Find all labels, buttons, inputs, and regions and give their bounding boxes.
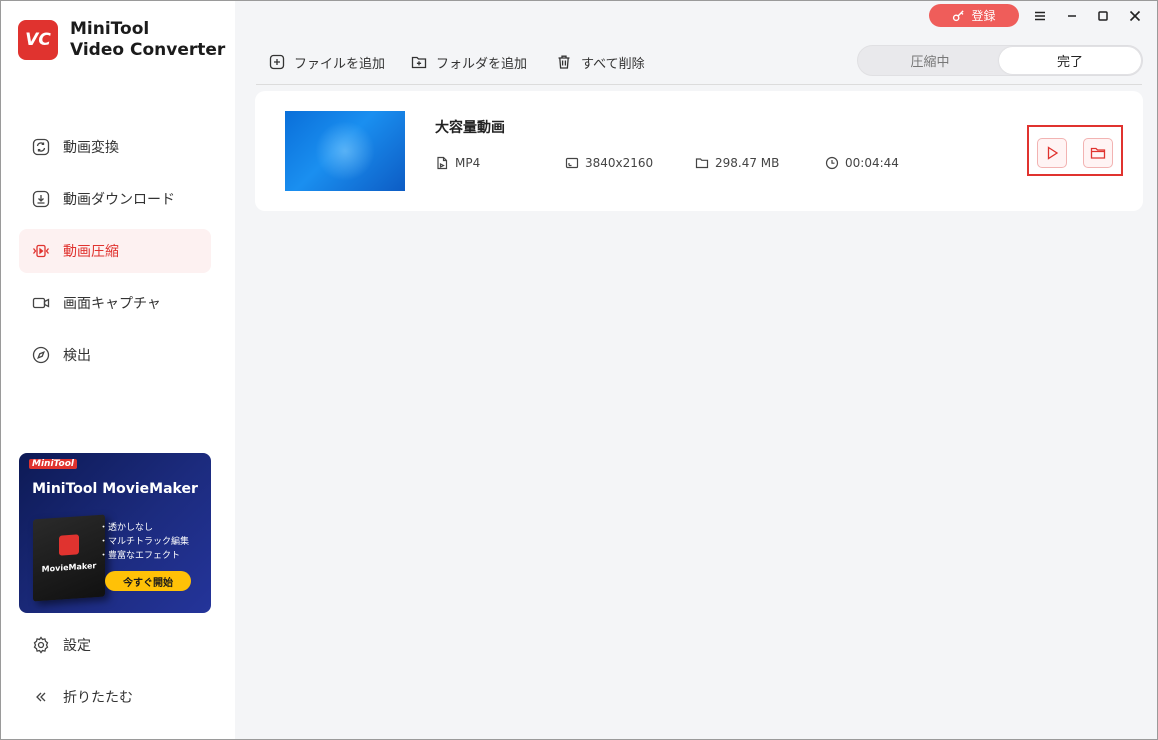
sidebar-item-label: 動画ダウンロード: [63, 192, 175, 208]
play-icon: [1047, 146, 1059, 160]
sidebar-item-collapse[interactable]: 折りたたむ: [19, 675, 211, 719]
open-folder-button[interactable]: [1083, 138, 1113, 168]
add-folder-label: フォルダを追加: [436, 56, 528, 72]
sidebar-item-label: 設定: [63, 638, 91, 654]
sidebar-item-label: 画面キャプチャ: [63, 296, 161, 312]
add-file-icon: [269, 54, 285, 70]
file-format-icon: [437, 156, 448, 170]
completed-file-card: 大容量動画 MP4 3840x2160 298.47 MB 00:04:44: [255, 91, 1143, 211]
promo-start-button[interactable]: 今すぐ開始: [105, 571, 191, 591]
moviemaker-logo-icon: [59, 534, 79, 556]
sidebar-item-video-download[interactable]: 動画ダウンロード: [19, 177, 211, 221]
sidebar-item-label: 検出: [63, 348, 91, 364]
promo-title: MiniTool MovieMaker: [32, 481, 198, 497]
file-resolution: 3840x2160: [565, 156, 653, 170]
moviemaker-promo-banner[interactable]: MiniTool MiniTool MovieMaker MovieMaker …: [19, 453, 211, 613]
file-duration: 00:04:44: [825, 156, 899, 170]
register-label: 登録: [971, 9, 996, 23]
add-file-label: ファイルを追加: [294, 56, 386, 72]
sidebar-item-video-compress[interactable]: 動画圧縮: [19, 229, 211, 273]
app-title-line2: Video Converter: [70, 40, 226, 60]
close-icon[interactable]: [1124, 5, 1146, 27]
clock-icon: [825, 156, 839, 170]
app-title: MiniTool Video Converter: [70, 19, 225, 61]
download-icon: [31, 189, 51, 209]
tab-completed[interactable]: 完了: [999, 47, 1141, 74]
file-resolution-value: 3840x2160: [585, 156, 654, 170]
file-format-value: MP4: [455, 156, 481, 170]
trash-icon: [558, 55, 570, 69]
delete-all-button[interactable]: すべて削除: [556, 51, 645, 73]
promo-feature: ・マルチトラック編集: [99, 537, 190, 547]
add-folder-icon: [411, 56, 427, 69]
camera-icon: [31, 293, 51, 313]
promo-feature: ・豊富なエフェクト: [99, 551, 181, 561]
promo-brand: MiniTool: [29, 459, 77, 469]
compass-icon: [31, 345, 51, 365]
add-file-button[interactable]: ファイルを追加: [269, 51, 385, 73]
file-actions-highlight: [1027, 125, 1123, 176]
add-folder-button[interactable]: フォルダを追加: [411, 51, 527, 73]
sidebar-item-label: 折りたたむ: [63, 690, 133, 706]
hamburger-icon[interactable]: [1029, 5, 1051, 27]
file-size-value: 298.47 MB: [715, 156, 780, 170]
convert-icon: [31, 137, 51, 157]
promo-feature: ・透かしなし: [99, 523, 154, 533]
tab-compressing[interactable]: 圧縮中: [859, 47, 1001, 74]
sidebar-item-video-convert[interactable]: 動画変換: [19, 125, 211, 169]
app-logo: VC: [18, 20, 58, 60]
sidebar: VC MiniTool Video Converter 動画変換 動画ダウンロー…: [1, 1, 235, 739]
maximize-icon[interactable]: [1092, 5, 1114, 27]
play-button[interactable]: [1037, 138, 1067, 168]
file-name: 大容量動画: [435, 120, 505, 136]
file-duration-value: 00:04:44: [845, 156, 899, 170]
sidebar-item-screen-capture[interactable]: 画面キャプチャ: [19, 281, 211, 325]
register-button[interactable]: 登録: [929, 4, 1019, 27]
app-title-line1: MiniTool: [70, 19, 150, 39]
sidebar-item-settings[interactable]: 設定: [19, 623, 211, 667]
folder-icon: [1090, 147, 1106, 159]
gear-icon: [31, 635, 51, 655]
promo-product-box: MovieMaker: [33, 514, 105, 602]
video-thumbnail: [285, 111, 405, 191]
sidebar-item-label: 動画圧縮: [63, 244, 119, 260]
thumbnail-glow: [315, 121, 375, 181]
compress-icon: [31, 241, 51, 261]
file-size: 298.47 MB: [695, 156, 779, 170]
sidebar-item-discover[interactable]: 検出: [19, 333, 211, 377]
app-window: VC MiniTool Video Converter 動画変換 動画ダウンロー…: [0, 0, 1158, 740]
double-chevron-left-icon: [31, 687, 51, 707]
file-format: MP4: [435, 156, 480, 170]
promo-box-name: MovieMaker: [41, 561, 97, 574]
toolbar-divider: [256, 84, 1142, 85]
folder-icon: [695, 158, 709, 169]
key-icon: [953, 10, 965, 22]
minimize-icon[interactable]: [1061, 5, 1083, 27]
promo-features: ・透かしなし ・マルチトラック編集 ・豊富なエフェクト: [99, 521, 189, 563]
sidebar-item-label: 動画変換: [63, 140, 119, 156]
delete-all-label: すべて削除: [581, 56, 645, 72]
status-tab-group: 圧縮中 完了: [857, 45, 1143, 76]
resolution-icon: [565, 157, 579, 169]
